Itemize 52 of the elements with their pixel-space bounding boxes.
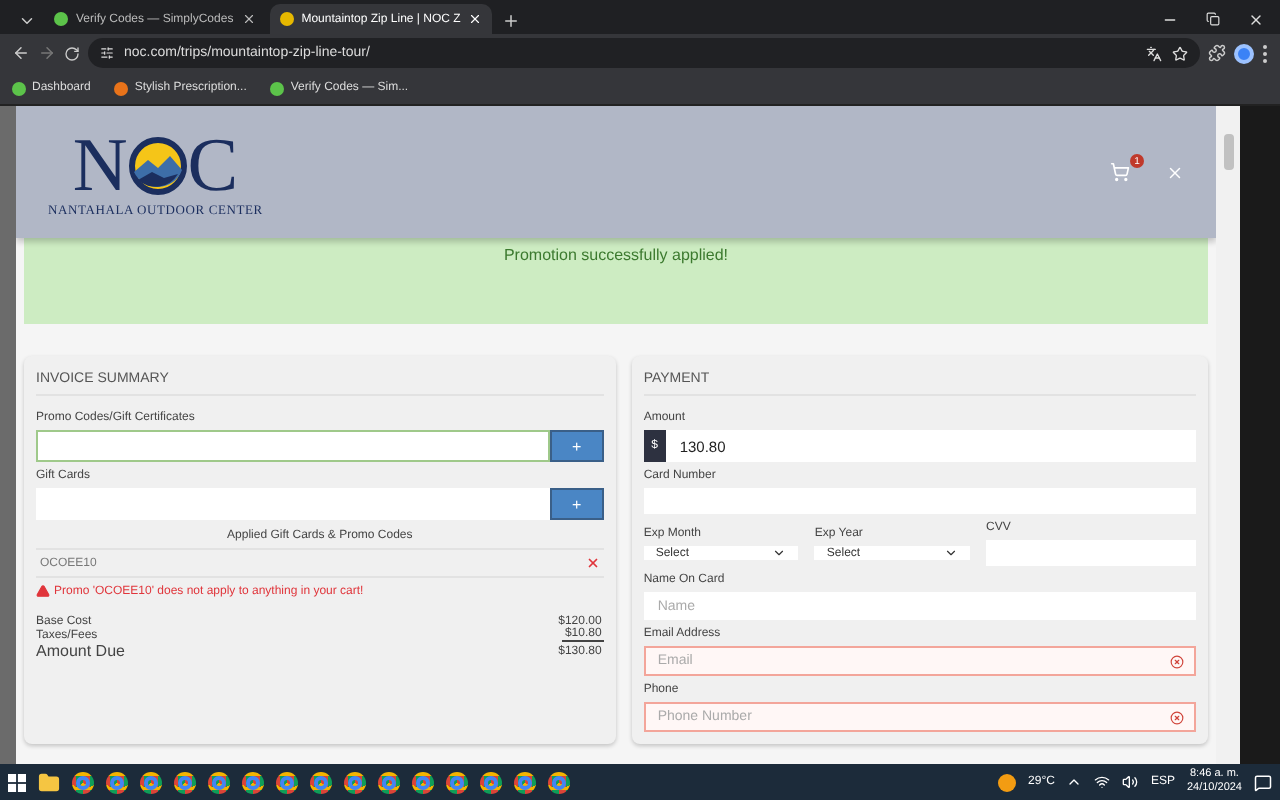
browser-app-icon[interactable] (412, 771, 434, 793)
browser-app-icon[interactable] (242, 771, 264, 793)
promo-code-field[interactable] (36, 430, 550, 462)
network-icon[interactable] (1094, 774, 1111, 790)
weather-icon (998, 773, 1017, 791)
volume-icon[interactable] (1122, 774, 1139, 790)
add-gift-card-button[interactable]: + (549, 488, 604, 520)
error-icon (1170, 654, 1184, 668)
profile-avatar[interactable] (1234, 43, 1254, 63)
close-icon[interactable] (1248, 12, 1264, 28)
translate-icon[interactable] (1146, 45, 1162, 61)
browser-app-icon[interactable] (106, 771, 128, 793)
more-menu-icon[interactable] (1262, 43, 1268, 63)
browser-app-icon[interactable] (208, 771, 230, 793)
success-banner: Promotion successfully applied! (24, 238, 1208, 324)
extensions-icon[interactable] (1208, 44, 1226, 62)
browser-app-icon[interactable] (174, 771, 196, 793)
bookmark-star-icon[interactable] (1172, 45, 1188, 61)
cost-label: Amount Due (36, 642, 125, 660)
browser-app-icon[interactable] (480, 771, 502, 793)
favicon-icon (279, 12, 294, 26)
browser-app-icon[interactable] (548, 771, 570, 793)
chevron-down-icon (944, 546, 958, 560)
remove-icon[interactable] (585, 556, 600, 570)
browser-app-icon[interactable] (344, 771, 366, 793)
folder-icon[interactable] (38, 771, 60, 793)
browser-app-icon[interactable] (514, 771, 536, 793)
warning-icon (36, 584, 50, 598)
sunrise-mountains-icon (127, 135, 188, 195)
reload-icon[interactable] (64, 45, 80, 61)
browser-app-icon[interactable] (446, 771, 468, 793)
notifications-icon[interactable] (1254, 773, 1272, 791)
error-icon (1170, 710, 1184, 724)
site-settings-icon[interactable] (100, 46, 114, 60)
tray-expand-icon[interactable] (1066, 774, 1083, 790)
back-icon[interactable] (12, 44, 30, 62)
logo-letter: C (187, 127, 239, 203)
logo-letter: N (72, 127, 128, 203)
start-icon[interactable] (8, 773, 26, 791)
browser-app-icon[interactable] (378, 771, 400, 793)
new-tab-icon[interactable] (501, 11, 520, 29)
close-icon[interactable] (241, 12, 256, 26)
browser-app-icon[interactable] (310, 771, 332, 793)
favicon-icon (54, 12, 68, 26)
chevron-down-icon (772, 546, 787, 560)
browser-app-icon[interactable] (72, 771, 94, 793)
add-promo-button[interactable]: + (549, 430, 604, 462)
browser-app-icon[interactable] (140, 771, 162, 793)
gift-card-field[interactable] (36, 488, 550, 520)
forward-icon[interactable] (38, 44, 56, 62)
restore-icon[interactable] (1206, 12, 1220, 26)
browser-app-icon[interactable] (276, 771, 298, 793)
